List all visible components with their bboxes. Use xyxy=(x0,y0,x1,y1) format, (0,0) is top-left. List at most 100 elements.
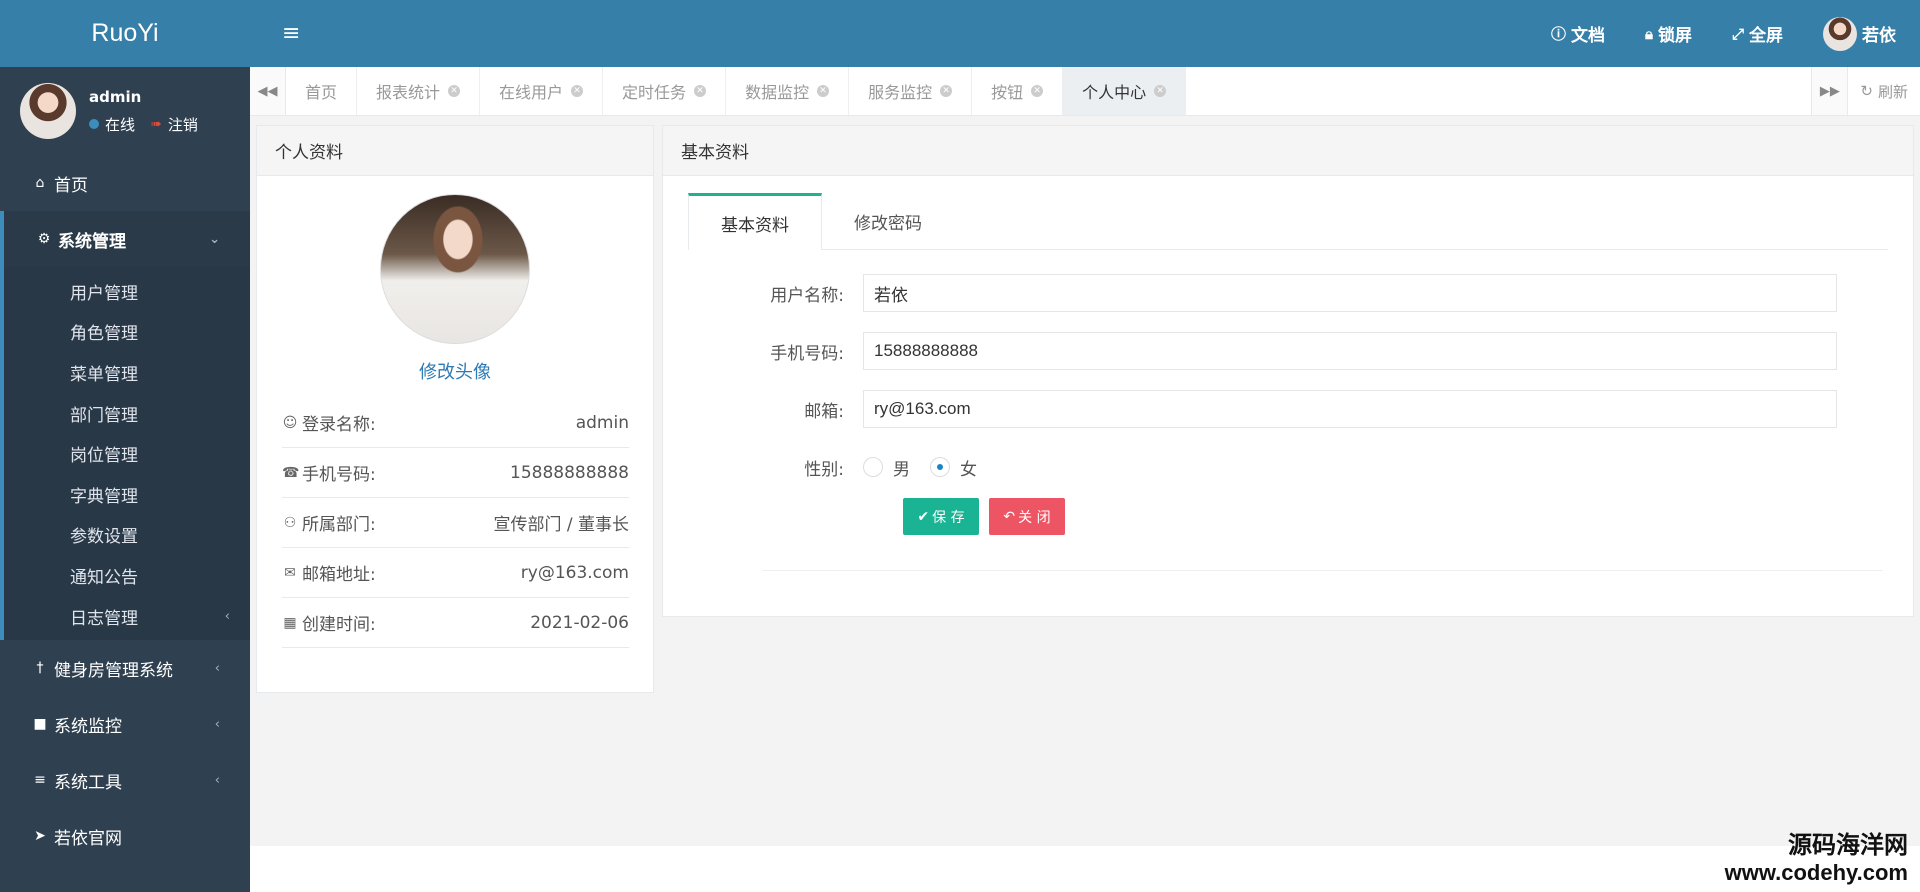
info-value: 2021-02-06 xyxy=(530,612,629,633)
basic-panel-title: 基本资料 xyxy=(663,126,1913,176)
sidebar-item-notices[interactable]: 通知公告 xyxy=(4,555,250,596)
radio-unchecked-icon xyxy=(863,457,883,477)
email-label: 邮箱: xyxy=(804,401,844,422)
save-button[interactable]: ✔ 保 存 xyxy=(903,498,979,535)
sidebar-item-departments[interactable]: 部门管理 xyxy=(4,393,250,434)
list-item: ⚇ 所属部门: 宣传部门 / 董事长 xyxy=(282,498,629,548)
tab-basic-info[interactable]: 基本资料 xyxy=(688,193,822,250)
tab-online-users[interactable]: 在线用户 ✕ xyxy=(480,67,604,115)
info-value: ry@163.com xyxy=(520,562,629,583)
system-submenu: 用户管理 角色管理 菜单管理 部门管理 岗位管理 字典管理 参数设置 通知公告 … xyxy=(0,267,250,641)
sidebar-item-posts[interactable]: 岗位管理 xyxy=(4,433,250,474)
info-label: 所属部门: xyxy=(302,515,376,535)
sidebar-item-logs[interactable]: 日志管理 ‹ xyxy=(4,596,250,637)
home-icon: ⌂ xyxy=(35,175,45,191)
tab-label: 服务监控 xyxy=(868,83,933,102)
sidebar-item-dictionary[interactable]: 字典管理 xyxy=(4,474,250,515)
username-input[interactable] xyxy=(863,274,1837,312)
gear-icon: ⚙ xyxy=(37,231,51,247)
list-item: ☺ 登录名称: admin xyxy=(282,398,629,448)
sidebar-item-label: 首页 xyxy=(54,175,88,196)
docs-label: 文档 xyxy=(1571,26,1605,46)
sidebar-item-roles[interactable]: 角色管理 xyxy=(4,312,250,353)
sidebar-item-tools[interactable]: ≡ 系统工具 ‹ xyxy=(0,752,250,808)
change-avatar-link[interactable]: 修改头像 xyxy=(257,358,653,384)
bars-icon: ≡ xyxy=(34,772,46,789)
header-username: 若依 xyxy=(1862,26,1896,46)
user-panel: admin 在线 ➠ 注销 xyxy=(0,67,250,155)
sidebar-item-label: 日志管理 xyxy=(70,608,138,629)
email-input[interactable] xyxy=(863,390,1837,428)
profile-panel-title: 个人资料 xyxy=(257,126,653,176)
close-icon[interactable]: ✕ xyxy=(571,85,584,97)
sidebar-item-users[interactable]: 用户管理 xyxy=(4,271,250,312)
info-value: 宣传部门 / 董事长 xyxy=(493,515,629,535)
expand-icon: ⤢ xyxy=(1731,24,1744,43)
close-icon[interactable]: ✕ xyxy=(448,85,461,97)
username-label: 用户名称: xyxy=(770,285,844,306)
close-icon[interactable]: ✕ xyxy=(1031,85,1044,97)
sidebar-item-params[interactable]: 参数设置 xyxy=(4,515,250,556)
tab-data-monitor[interactable]: 数据监控 ✕ xyxy=(726,67,850,115)
user-menu[interactable]: 若依 xyxy=(1823,16,1896,51)
sidebar-item-home[interactable]: ⌂ 首页 xyxy=(0,155,250,211)
close-icon[interactable]: ✕ xyxy=(940,85,953,97)
sidebar-item-menus[interactable]: 菜单管理 xyxy=(4,352,250,393)
tab-buttons[interactable]: 按钮 ✕ xyxy=(972,67,1064,115)
lock-icon: 🔒︎ xyxy=(1645,24,1653,43)
chevron-down-icon: ⌄ xyxy=(209,231,220,247)
close-button[interactable]: ↶ 关 闭 xyxy=(989,498,1065,535)
phone-icon: ☎ xyxy=(282,464,300,481)
sidebar-item-label: 若依官网 xyxy=(54,828,122,849)
refresh-button[interactable]: ↻ 刷新 xyxy=(1847,67,1920,115)
sidebar-item-label: 系统监控 xyxy=(54,716,122,737)
app-logo[interactable]: RuoYi xyxy=(0,0,250,67)
reply-icon: ↶ xyxy=(1003,508,1016,525)
info-value: admin xyxy=(575,412,629,433)
sidebar-item-monitor[interactable]: ■ 系统监控 ‹ xyxy=(0,696,250,752)
question-circle-icon: ⓘ xyxy=(1550,25,1566,43)
sidebar-item-label: 系统工具 xyxy=(54,772,122,793)
sidebar: RuoYi admin 在线 ➠ 注销 ⌂ 首页 ⚙ 系统管理 ⌄ 用户管理 角… xyxy=(0,0,250,892)
location-arrow-icon: ➤ xyxy=(34,828,46,845)
tab-change-password[interactable]: 修改密码 xyxy=(822,193,954,249)
gender-female-radio[interactable]: 女 xyxy=(930,455,977,480)
phone-input[interactable] xyxy=(863,332,1837,370)
tab-label: 按钮 xyxy=(991,83,1024,102)
list-item: ☎ 手机号码: 15888888888 xyxy=(282,448,629,498)
fullscreen-button[interactable]: ⤢ 全屏 xyxy=(1731,21,1783,47)
basic-info-form: 用户名称: 手机号码: 邮箱: 性别: 男 女 xyxy=(663,250,1913,571)
tab-scheduled-tasks[interactable]: 定时任务 ✕ xyxy=(603,67,727,115)
sidebar-item-gym[interactable]: † 健身房管理系统 ‹ xyxy=(0,640,250,696)
watermark-line2: www.codehy.com xyxy=(1724,860,1908,885)
fitness-icon: † xyxy=(36,660,44,677)
tab-service-monitor[interactable]: 服务监控 ✕ xyxy=(849,67,973,115)
sidebar-item-system[interactable]: ⚙ 系统管理 ⌄ xyxy=(0,211,250,267)
gender-male-radio[interactable]: 男 xyxy=(863,455,910,480)
close-label: 关 闭 xyxy=(1018,509,1051,526)
watermark-line1: 源码海洋网 xyxy=(1788,831,1908,859)
sidebar-item-official[interactable]: ➤ 若依官网 xyxy=(0,808,250,864)
logout-link[interactable]: 注销 xyxy=(168,114,198,135)
close-icon[interactable]: ✕ xyxy=(694,85,707,97)
menu-toggle-icon[interactable]: ≡ xyxy=(282,21,304,46)
tab-reports[interactable]: 报表统计 ✕ xyxy=(357,67,481,115)
sidebar-item-label: 系统管理 xyxy=(58,231,126,252)
close-icon[interactable]: ✕ xyxy=(1154,85,1167,97)
tabs-scroll-left-icon[interactable]: ◀◀ xyxy=(250,67,286,115)
logout-icon[interactable]: ➠ xyxy=(151,117,162,132)
profile-panel: 个人资料 修改头像 ☺ 登录名称: admin ☎ 手机号码: 1588888888… xyxy=(256,125,654,693)
gender-radio-group: 男 女 xyxy=(863,455,977,480)
tabs-scroll-right-icon[interactable]: ▶▶ xyxy=(1811,67,1848,115)
info-label: 邮箱地址: xyxy=(302,565,376,585)
list-item: ✉ 邮箱地址: ry@163.com xyxy=(282,548,629,598)
profile-avatar[interactable] xyxy=(380,194,530,344)
chevron-left-icon: ‹ xyxy=(214,772,220,788)
tab-label: 在线用户 xyxy=(499,83,564,102)
lock-screen-button[interactable]: 🔒︎ 锁屏 xyxy=(1645,21,1692,47)
tab-home[interactable]: 首页 xyxy=(286,67,358,115)
docs-link[interactable]: ⓘ 文档 xyxy=(1551,21,1605,46)
close-icon[interactable]: ✕ xyxy=(817,85,830,97)
tab-profile[interactable]: 个人中心 ✕ xyxy=(1063,67,1187,115)
basic-info-panel: 基本资料 基本资料 修改密码 用户名称: 手机号码: 邮箱: 性别: 男 xyxy=(662,125,1914,617)
